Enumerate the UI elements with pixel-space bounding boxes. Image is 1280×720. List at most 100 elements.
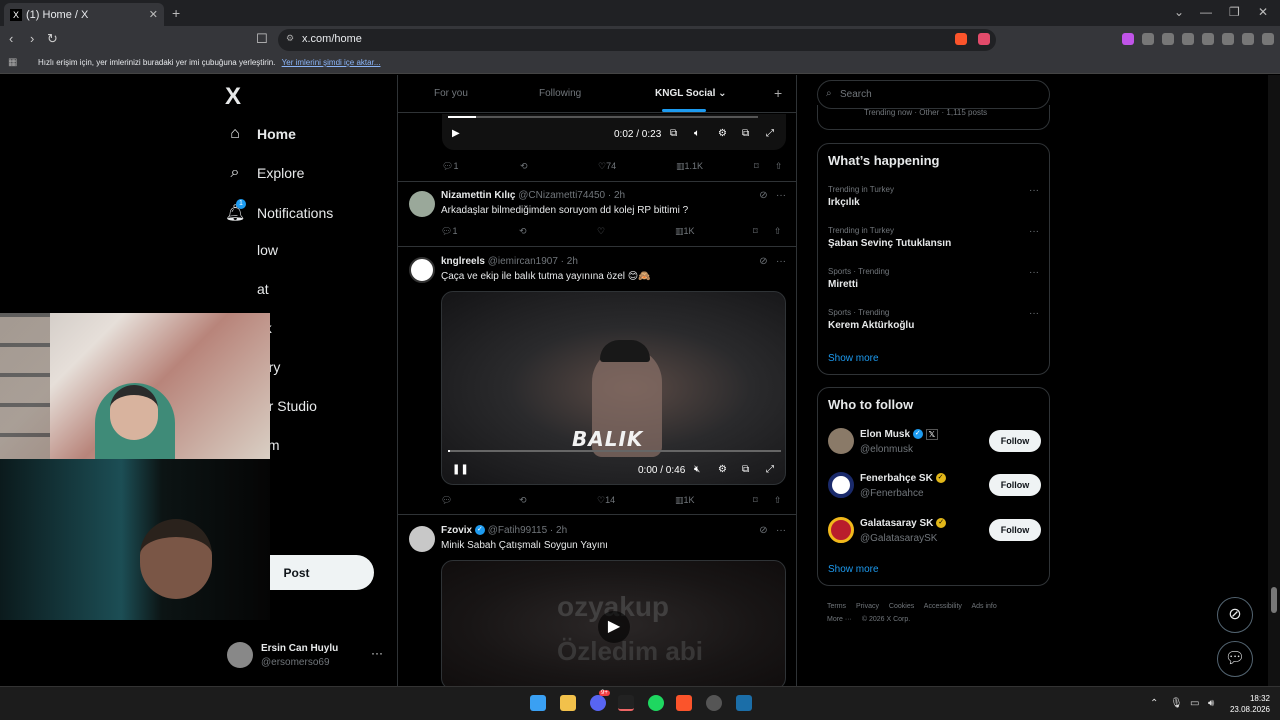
show-more-link[interactable]: Show more: [828, 564, 879, 575]
import-bookmarks-link[interactable]: Yer imlerini şimdi içe aktar...: [282, 58, 381, 67]
windows-start-icon[interactable]: [530, 695, 546, 711]
footer-terms[interactable]: Terms: [827, 603, 846, 610]
microphone-icon[interactable]: 🎙︎: [1170, 698, 1183, 709]
search-input[interactable]: ⌕ Search: [817, 80, 1050, 109]
footer-privacy[interactable]: Privacy: [856, 603, 879, 610]
video-player[interactable]: BALIK ❚❚ 0:00 / 0:46 🔇︎ ⚙ ⧉ ⤢: [441, 291, 786, 485]
menu-icon[interactable]: [1262, 33, 1274, 45]
post-author-handle[interactable]: @iemircan1907: [488, 256, 558, 267]
video-player[interactable]: ozyakup Özledim abi ▶: [441, 560, 786, 686]
mute-icon[interactable]: 🔇︎: [694, 464, 700, 475]
views-button[interactable]: ▥ 1.1K: [676, 161, 703, 172]
like-button[interactable]: ♡: [597, 226, 605, 237]
taskbar-clock[interactable]: 18:32 23.08.2026: [1226, 693, 1270, 715]
nav-home[interactable]: ⌂ Home: [225, 125, 296, 143]
grok-icon[interactable]: ⊘: [759, 190, 767, 201]
follow-button[interactable]: Follow: [989, 474, 1041, 496]
follow-suggestion[interactable]: Fenerbahçe SK ✓ @Fenerbahce Follow: [828, 472, 1043, 504]
discord-icon[interactable]: 9+: [590, 690, 610, 711]
trend-item[interactable]: Trending in Turkey Irkçılık ···: [828, 185, 1043, 208]
tab-for-you[interactable]: For you: [434, 88, 468, 99]
post-author-name[interactable]: Fzovix: [441, 525, 472, 536]
page-scrollbar[interactable]: [1268, 75, 1280, 686]
address-bar[interactable]: ⚙ x.com/home: [278, 29, 996, 51]
close-window-icon[interactable]: ✕: [1258, 5, 1268, 19]
tab-kngl-social[interactable]: KNGL Social ⌄: [655, 88, 727, 99]
settings-icon[interactable]: ⚙: [718, 464, 727, 475]
trend-item[interactable]: Sports · Trending Miretti ···: [828, 267, 1043, 290]
post-author-name[interactable]: Nizamettin Kılıç: [441, 190, 515, 201]
close-tab-icon[interactable]: ✕: [149, 8, 158, 21]
new-tab-icon[interactable]: +: [172, 5, 180, 21]
bookmark-icon[interactable]: ☐: [256, 31, 268, 47]
tab-search-icon[interactable]: ⌄: [1174, 5, 1184, 19]
like-button[interactable]: ♡ 14: [597, 495, 615, 506]
browser-tab[interactable]: X (1) Home / X ✕: [4, 3, 164, 26]
play-icon[interactable]: ▶: [452, 128, 460, 139]
account-more-icon[interactable]: ···: [371, 646, 383, 660]
bookmark-icon[interactable]: ⌑: [754, 161, 759, 172]
maximize-icon[interactable]: ❐: [1229, 5, 1240, 19]
settings-icon[interactable]: ⚙: [718, 128, 727, 139]
bookmark-icon[interactable]: ⌑: [753, 495, 758, 506]
post-author-name[interactable]: knglreels: [441, 256, 485, 267]
nav-notifications[interactable]: 🔔︎ 1 Notifications: [225, 199, 333, 223]
grok-icon[interactable]: ⊘: [1217, 597, 1253, 633]
trend-item[interactable]: Trending in Turkey Şaban Sevinç Tutuklan…: [828, 226, 1043, 249]
repost-button[interactable]: ⟲: [519, 226, 527, 237]
nav-follow[interactable]: low: [225, 242, 278, 258]
more-options-icon[interactable]: ···: [1029, 226, 1039, 237]
tab-following[interactable]: Following: [539, 88, 581, 99]
video-progress-bar[interactable]: [448, 116, 758, 118]
reply-button[interactable]: 💬︎ 1: [442, 161, 458, 172]
spotify-icon[interactable]: [648, 695, 664, 711]
brave-shield-icon[interactable]: [955, 33, 967, 45]
trend-item[interactable]: Sports · Trending Kerem Aktürkoğlu ···: [828, 308, 1043, 331]
site-info-icon[interactable]: ⚙: [286, 33, 294, 44]
file-explorer-icon[interactable]: [560, 695, 576, 711]
repost-button[interactable]: ⟲: [519, 495, 527, 506]
more-options-icon[interactable]: ···: [776, 256, 786, 267]
more-options-icon[interactable]: ···: [1029, 185, 1039, 196]
video-player[interactable]: ▶ 0:02 / 0:23 ⧉ 🔈︎ ⚙ ⧉ ⤢: [442, 114, 786, 150]
nav-explore[interactable]: ⌕ Explore: [225, 164, 305, 182]
footer-more[interactable]: More ···: [827, 616, 852, 623]
play-icon[interactable]: ▶: [598, 611, 630, 643]
network-icon[interactable]: ▭: [1190, 698, 1199, 709]
obs-icon[interactable]: [706, 695, 722, 711]
share-icon[interactable]: ⇧: [774, 495, 782, 506]
extensions-puzzle-icon[interactable]: [1142, 33, 1154, 45]
wallet-icon[interactable]: [1202, 33, 1214, 45]
bookmark-icon[interactable]: ⌑: [753, 226, 758, 237]
forward-icon[interactable]: ›: [30, 31, 34, 46]
more-options-icon[interactable]: ···: [776, 190, 786, 201]
footer-ads-info[interactable]: Ads info: [971, 603, 996, 610]
brave-rewards-icon[interactable]: [978, 33, 990, 45]
repost-button[interactable]: ⟲: [520, 161, 528, 172]
leo-ai-icon[interactable]: [1222, 33, 1234, 45]
share-icon[interactable]: ⇧: [774, 226, 782, 237]
footer-cookies[interactable]: Cookies: [889, 603, 914, 610]
follow-button[interactable]: Follow: [989, 519, 1041, 541]
brave-browser-icon[interactable]: [676, 695, 692, 711]
reload-icon[interactable]: ↻: [47, 31, 58, 47]
account-switcher[interactable]: Ersin Can Huylu @ersomerso69 ···: [225, 638, 385, 674]
post-author-handle[interactable]: @CNizametti74450: [518, 190, 605, 201]
show-more-link[interactable]: Show more: [828, 353, 879, 364]
pause-icon[interactable]: ❚❚: [452, 464, 469, 475]
reply-button[interactable]: 💬︎: [441, 495, 452, 506]
x-logo-icon[interactable]: X: [225, 83, 241, 111]
more-options-icon[interactable]: ···: [1029, 308, 1039, 319]
nav-chat[interactable]: at: [225, 281, 269, 297]
follow-suggestion[interactable]: Galatasaray SK ✓ @GalatasaraySK Follow: [828, 517, 1043, 549]
reply-button[interactable]: 💬︎ 1: [441, 226, 457, 237]
steam-icon[interactable]: [736, 695, 752, 711]
share-icon[interactable]: ⇧: [775, 161, 783, 172]
footer-accessibility[interactable]: Accessibility: [924, 603, 962, 610]
follow-suggestion[interactable]: Elon Musk ✓ 𝕏 @elonmusk Follow: [828, 428, 1043, 460]
sidebar-icon[interactable]: [1182, 33, 1194, 45]
grok-icon[interactable]: ⊘: [759, 525, 767, 536]
capcut-icon[interactable]: [618, 695, 634, 711]
pip-icon[interactable]: ⧉: [742, 128, 749, 139]
scrollbar-thumb[interactable]: [1271, 587, 1277, 613]
